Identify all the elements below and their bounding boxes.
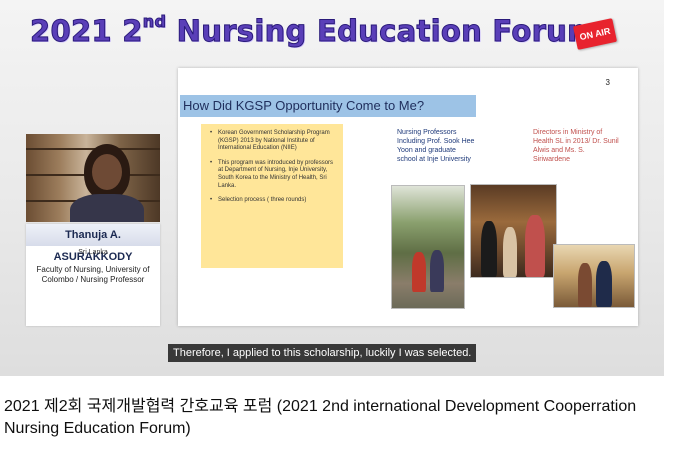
caption-professors: Nursing Professors Including Prof. Sook …: [397, 129, 475, 163]
slide-bullet-box: Korean Government Scholarship Program (K…: [201, 124, 343, 268]
speaker-affiliation: Faculty of Nursing, University of Colomb…: [36, 265, 150, 284]
photo-directors: [553, 244, 635, 308]
photo-professors-outdoor: [391, 185, 465, 309]
caption-subtitle: Therefore, I applied to this scholarship…: [168, 344, 477, 362]
slide-bullet: This program was introduced by professor…: [210, 160, 337, 190]
slide-bullet: Korean Government Scholarship Program (K…: [210, 130, 337, 153]
slide-page-number: 3: [605, 78, 610, 87]
video-title: 2021 제2회 국제개발협력 간호교육 포럼 (2021 2nd intern…: [4, 398, 637, 437]
speaker-name: Thanuja A. ASURAKKODY: [26, 224, 160, 263]
video-player[interactable]: 2021 2nd Nursing Education Forum ON AIR …: [0, 0, 664, 376]
photo-group-indoor: [470, 184, 557, 278]
forum-title: 2021 2nd Nursing Education Forum: [30, 12, 598, 49]
presentation-slide: 3 How Did KGSP Opportunity Come to Me? K…: [178, 68, 638, 326]
slide-heading: How Did KGSP Opportunity Come to Me?: [180, 95, 476, 117]
speaker-webcam: [26, 134, 160, 222]
caption-directors: Directors in Ministry of Health SL in 20…: [533, 129, 619, 163]
slide-bullet: Selection process ( three rounds): [210, 197, 337, 205]
speaker-name-card: Thanuja A. ASURAKKODY Sri Lanka Faculty …: [26, 224, 160, 326]
speaker-country: Sri Lanka: [78, 249, 108, 256]
